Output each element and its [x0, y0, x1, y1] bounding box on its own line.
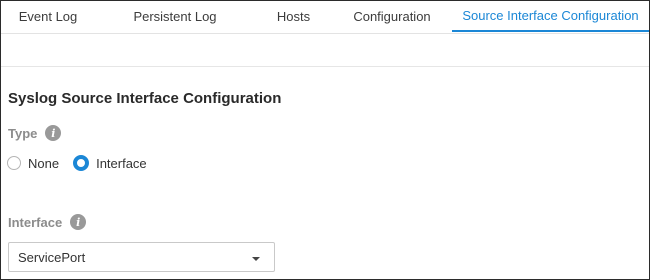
- interface-label: Interface: [8, 214, 63, 230]
- radio-option-none[interactable]: None: [7, 156, 59, 171]
- info-icon[interactable]: i: [45, 125, 62, 141]
- chevron-down-icon: [252, 256, 260, 261]
- info-icon[interactable]: i: [70, 214, 87, 230]
- tab-configuration[interactable]: Configuration: [332, 1, 452, 32]
- tab-source-interface-configuration[interactable]: Source Interface Configuration: [452, 1, 649, 32]
- toolbar-band: [1, 34, 649, 67]
- radio-none[interactable]: [7, 156, 21, 170]
- radio-interface[interactable]: [73, 155, 90, 171]
- tab-event-log[interactable]: Event Log: [1, 1, 95, 32]
- interface-select[interactable]: ServicePort: [8, 242, 275, 272]
- tab-hosts[interactable]: Hosts: [255, 1, 332, 32]
- type-label: Type: [8, 125, 38, 141]
- radio-none-label: None: [28, 155, 60, 171]
- interface-label-row: Interface i: [8, 214, 87, 230]
- type-label-row: Type i: [8, 125, 62, 141]
- tab-persistent-log[interactable]: Persistent Log: [95, 1, 255, 32]
- tab-bar: Event Log Persistent Log Hosts Configura…: [1, 1, 649, 34]
- radio-interface-label: Interface: [96, 155, 147, 171]
- section-title: Syslog Source Interface Configuration: [8, 90, 282, 107]
- type-radio-group: None Interface: [7, 155, 161, 171]
- interface-select-value: ServicePort: [18, 249, 86, 265]
- radio-option-interface[interactable]: Interface: [73, 155, 147, 171]
